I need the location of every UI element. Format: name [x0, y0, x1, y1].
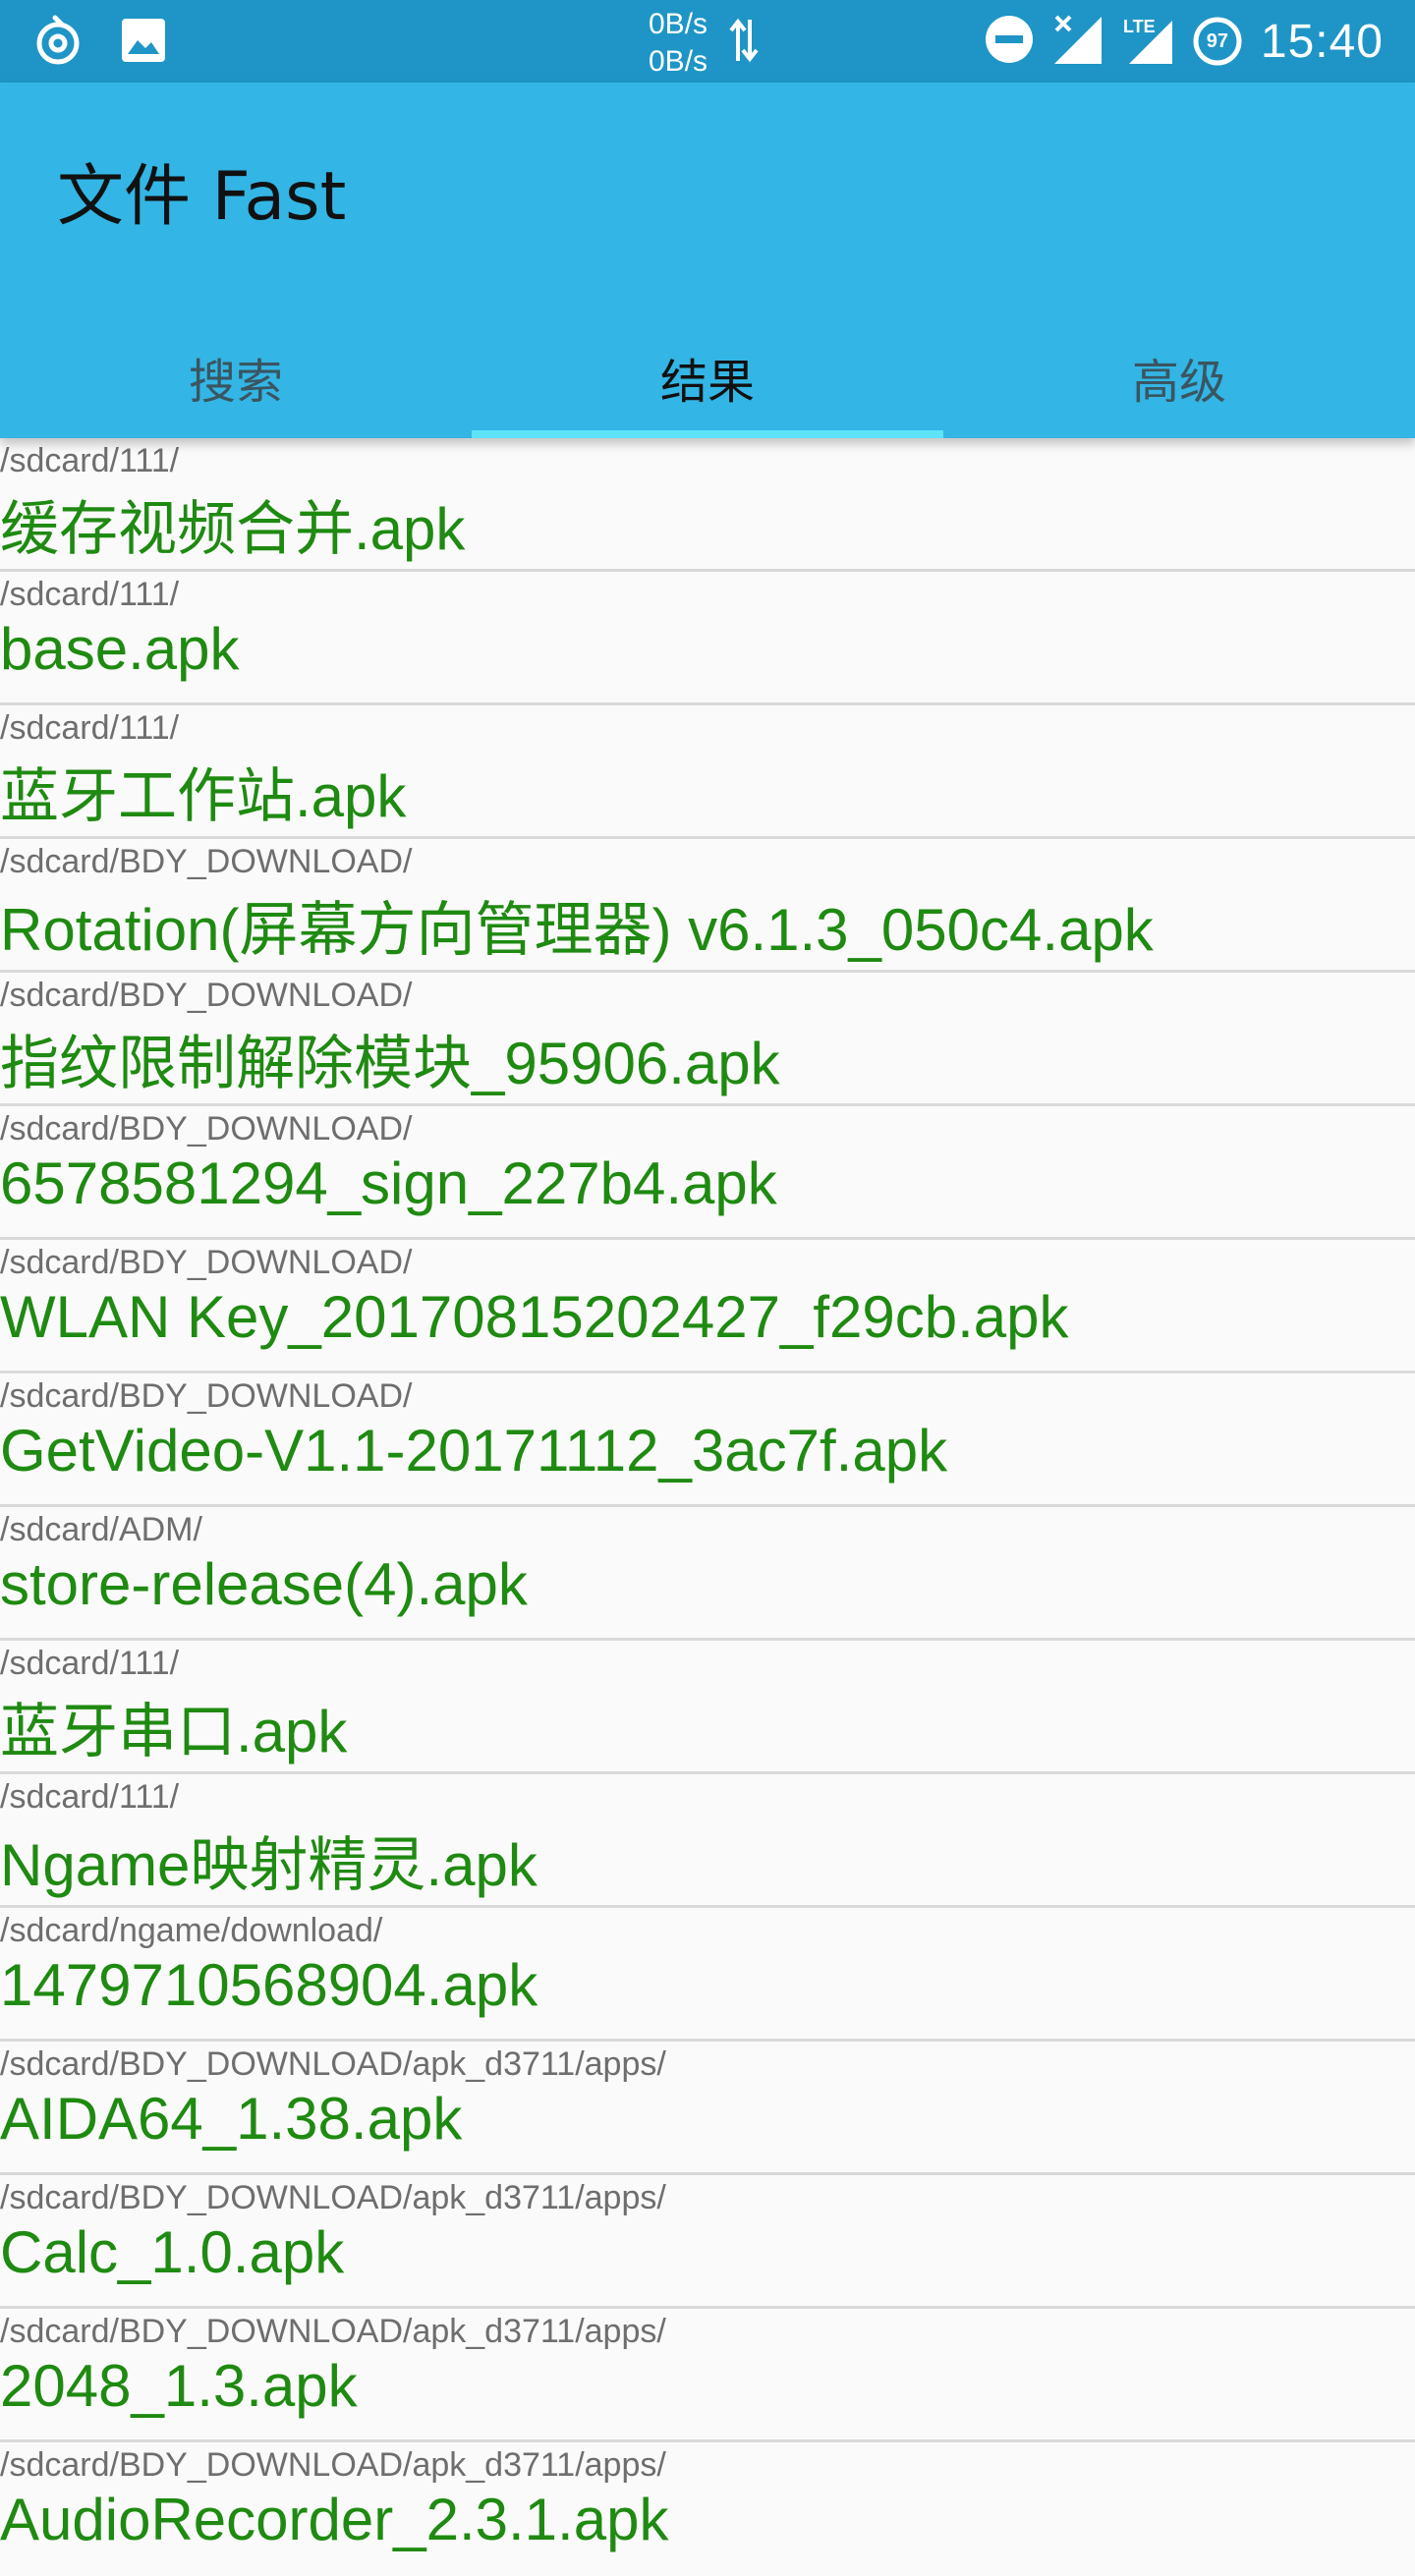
- file-name: GetVideo-V1.1-20171112_3ac7f.apk: [0, 1418, 948, 1484]
- file-name: 蓝牙工作站.apk: [0, 763, 407, 829]
- file-name: 6578581294_sign_227b4.apk: [0, 1150, 777, 1216]
- file-path: /sdcard/BDY_DOWNLOAD/apk_d3711/apps/: [0, 2045, 666, 2083]
- list-item[interactable]: /sdcard/BDY_DOWNLOAD/ 指纹限制解除模块_95906.apk: [0, 973, 1415, 1106]
- file-name: AIDA64_1.38.apk: [0, 2086, 463, 2152]
- list-item[interactable]: /sdcard/BDY_DOWNLOAD/ WLAN Key_201708152…: [0, 1240, 1415, 1373]
- tab-search[interactable]: 搜索: [0, 316, 472, 438]
- app-bar: 文件 Fast 搜索 结果 高级: [0, 83, 1415, 438]
- file-name: 2048_1.3.apk: [0, 2353, 358, 2419]
- lte-label: LTE: [1123, 17, 1156, 36]
- list-item[interactable]: /sdcard/BDY_DOWNLOAD/apk_d3711/apps/ Aud…: [0, 2442, 1415, 2576]
- do-not-disturb-icon: [984, 14, 1035, 69]
- file-path: /sdcard/111/: [0, 1778, 180, 1816]
- results-list: /sdcard/111/ 缓存视频合并.apk /sdcard/111/ bas…: [0, 438, 1415, 2576]
- list-item[interactable]: /sdcard/BDY_DOWNLOAD/apk_d3711/apps/ AID…: [0, 2042, 1415, 2175]
- status-clock: 15:40: [1260, 15, 1384, 68]
- file-name: store-release(4).apk: [0, 1551, 528, 1617]
- net-up-speed: 0B/s: [649, 8, 708, 40]
- file-path: /sdcard/111/: [0, 576, 180, 613]
- file-path: /sdcard/BDY_DOWNLOAD/apk_d3711/apps/: [0, 2179, 666, 2216]
- file-path: /sdcard/111/: [0, 442, 180, 479]
- no-sim-signal-icon: [1052, 13, 1104, 70]
- data-transfer-icon: [729, 18, 759, 67]
- file-path: /sdcard/ngame/download/: [0, 1912, 383, 1949]
- file-name: Rotation(屏幕方向管理器) v6.1.3_050c4.apk: [0, 897, 1154, 963]
- file-path: /sdcard/BDY_DOWNLOAD/: [0, 843, 413, 880]
- file-name: base.apk: [0, 616, 240, 682]
- tab-search-label: 搜索: [188, 355, 283, 410]
- net-down-speed: 0B/s: [649, 45, 708, 78]
- file-path: /sdcard/BDY_DOWNLOAD/apk_d3711/apps/: [0, 2313, 666, 2350]
- file-path: /sdcard/BDY_DOWNLOAD/: [0, 1110, 413, 1148]
- list-item[interactable]: /sdcard/BDY_DOWNLOAD/ GetVideo-V1.1-2017…: [0, 1373, 1415, 1507]
- file-path: /sdcard/BDY_DOWNLOAD/: [0, 1244, 413, 1281]
- file-name: 指纹限制解除模块_95906.apk: [0, 1031, 780, 1096]
- file-path: /sdcard/ADM/: [0, 1511, 202, 1548]
- file-name: Ngame映射精灵.apk: [0, 1832, 538, 1898]
- tab-results[interactable]: 结果: [472, 316, 943, 438]
- list-item[interactable]: /sdcard/BDY_DOWNLOAD/ 6578581294_sign_22…: [0, 1106, 1415, 1240]
- file-path: /sdcard/BDY_DOWNLOAD/: [0, 977, 413, 1014]
- file-path: /sdcard/111/: [0, 1645, 180, 1682]
- file-name: 1479710568904.apk: [0, 1952, 538, 2018]
- file-name: 蓝牙串口.apk: [0, 1699, 348, 1764]
- network-speed: 0B/s 0B/s: [649, 6, 708, 81]
- status-bar: 0B/s 0B/s LTE 97 15:40: [0, 0, 1415, 83]
- file-name: 缓存视频合并.apk: [0, 496, 466, 562]
- file-name: Calc_1.0.apk: [0, 2219, 345, 2285]
- list-item[interactable]: /sdcard/BDY_DOWNLOAD/apk_d3711/apps/ 204…: [0, 2309, 1415, 2442]
- tab-advanced-label: 高级: [1131, 355, 1226, 410]
- tab-bar: 搜索 结果 高级: [0, 316, 1415, 438]
- file-path: /sdcard/111/: [0, 709, 180, 747]
- battery-level: 97: [1206, 29, 1228, 52]
- list-item[interactable]: /sdcard/BDY_DOWNLOAD/apk_d3711/apps/ Cal…: [0, 2175, 1415, 2309]
- list-item[interactable]: /sdcard/111/ base.apk: [0, 572, 1415, 705]
- battery-icon: 97: [1192, 16, 1243, 67]
- app-title: 文件 Fast: [57, 158, 347, 236]
- list-item[interactable]: /sdcard/BDY_DOWNLOAD/ Rotation(屏幕方向管理器) …: [0, 839, 1415, 973]
- lte-signal-icon: LTE: [1121, 13, 1174, 70]
- list-item[interactable]: /sdcard/ADM/ store-release(4).apk: [0, 1507, 1415, 1641]
- list-item[interactable]: /sdcard/111/ 蓝牙串口.apk: [0, 1641, 1415, 1774]
- tab-advanced[interactable]: 高级: [943, 316, 1415, 438]
- image-notification-icon: [120, 17, 167, 68]
- list-item[interactable]: /sdcard/111/ 缓存视频合并.apk: [0, 438, 1415, 572]
- file-path: /sdcard/BDY_DOWNLOAD/apk_d3711/apps/: [0, 2446, 666, 2484]
- tab-results-label: 结果: [659, 355, 755, 410]
- file-path: /sdcard/BDY_DOWNLOAD/: [0, 1377, 413, 1415]
- file-name: AudioRecorder_2.3.1.apk: [0, 2487, 669, 2552]
- list-item[interactable]: /sdcard/111/ 蓝牙工作站.apk: [0, 705, 1415, 839]
- file-name: WLAN Key_20170815202427_f29cb.apk: [0, 1284, 1069, 1350]
- list-item[interactable]: /sdcard/111/ Ngame映射精灵.apk: [0, 1774, 1415, 1908]
- list-item[interactable]: /sdcard/ngame/download/ 1479710568904.ap…: [0, 1908, 1415, 2042]
- notification-app-icon: [33, 14, 83, 71]
